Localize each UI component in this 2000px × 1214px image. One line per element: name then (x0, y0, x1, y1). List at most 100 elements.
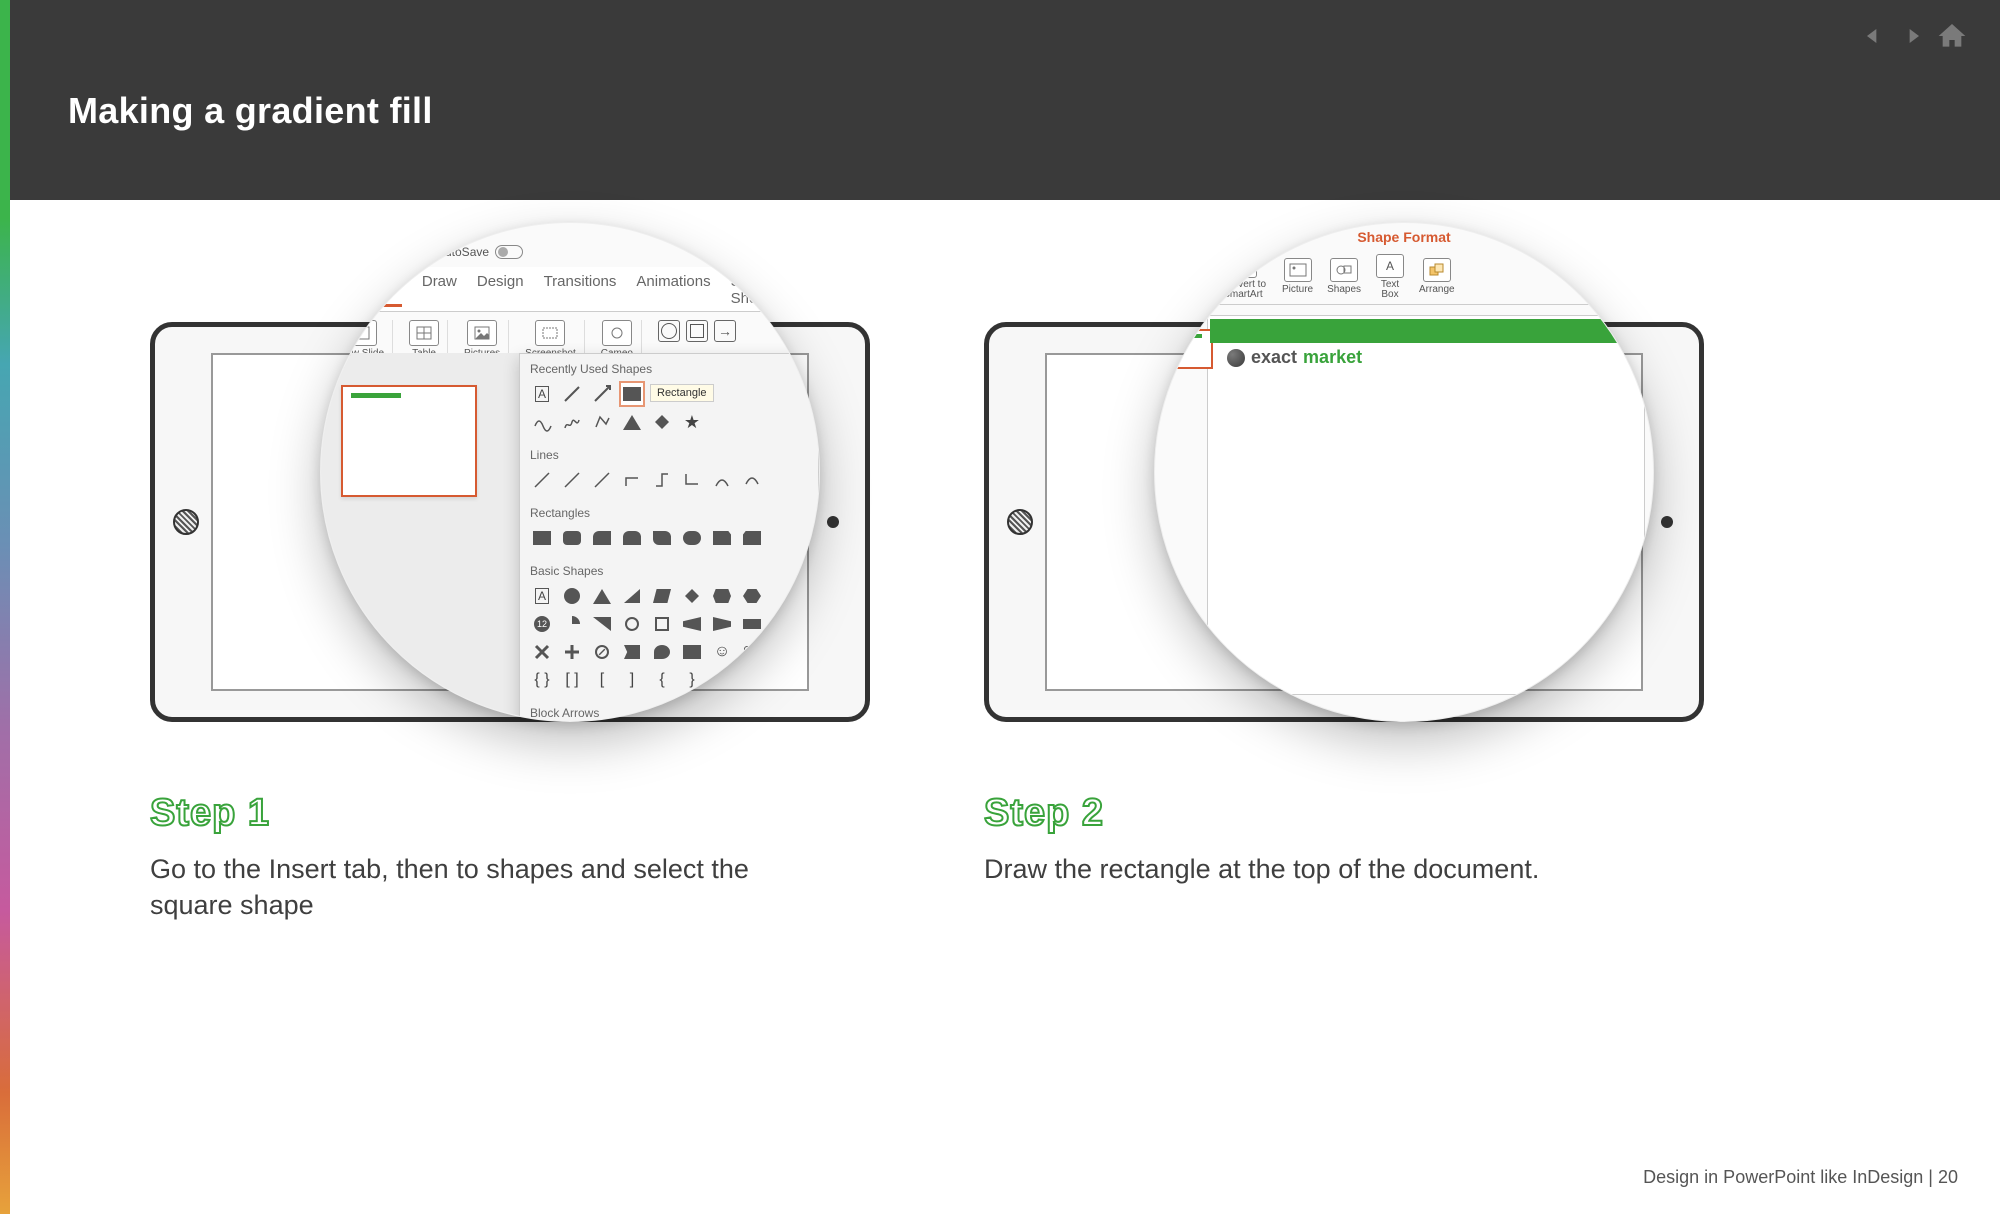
magnifier-step2: Shape Format ☰ Convert to SmartArt Pictu… (1154, 222, 1654, 722)
tab-design[interactable]: Design (477, 273, 524, 307)
basic-shape-icon[interactable] (740, 584, 764, 608)
heading-recent: Recently Used Shapes (528, 358, 810, 380)
line-icon[interactable] (530, 468, 554, 492)
basic-shape-icon[interactable] (530, 640, 554, 664)
footer: Design in PowerPoint like InDesign | 20 (1643, 1167, 1958, 1188)
rrect-icon[interactable] (710, 526, 734, 550)
basic-shape-icon[interactable] (650, 612, 674, 636)
line-icon[interactable] (560, 468, 584, 492)
shape-freeform-icon[interactable] (590, 410, 614, 434)
bracket-icon[interactable]: { (650, 668, 674, 692)
tab-animations[interactable]: Animations (636, 273, 710, 307)
basic-shape-icon[interactable] (710, 584, 734, 608)
shape-rectangle-selected[interactable]: Rectangle (620, 382, 644, 406)
shape-rhombus-icon[interactable] (650, 410, 674, 434)
basic-shape-icon[interactable] (590, 612, 614, 636)
table-icon (409, 320, 439, 346)
slide-thumb-large[interactable] (341, 385, 477, 497)
shapes-dropdown[interactable]: Recently Used Shapes A Rectangle (519, 353, 819, 722)
bracket-icon[interactable]: ] (620, 668, 644, 692)
shape-curve-icon[interactable] (530, 410, 554, 434)
bracket-icon[interactable]: { } (530, 668, 554, 692)
elbow-icon[interactable] (620, 468, 644, 492)
basic-shape-icon[interactable] (680, 612, 704, 636)
bullets-icon[interactable]: ☰ (1195, 271, 1204, 282)
context-tab-shape-format[interactable]: Shape Format (1357, 229, 1450, 245)
elbow-icon[interactable] (680, 468, 704, 492)
bracket-icon[interactable]: } (680, 668, 704, 692)
basic-shape-icon[interactable] (740, 640, 764, 664)
logo-mark-icon (1227, 349, 1245, 367)
rrect-icon[interactable] (620, 526, 644, 550)
tool-label: Arrange (1419, 284, 1455, 295)
rrect-icon[interactable] (740, 526, 764, 550)
rrect-icon[interactable] (560, 526, 584, 550)
step-2: Shape Format ☰ Convert to SmartArt Pictu… (984, 262, 1724, 887)
textbox-icon: A (1376, 254, 1404, 278)
basic-shape-icon[interactable] (590, 640, 614, 664)
tab-draw[interactable]: Draw (422, 273, 457, 307)
header: Making a gradient fill (10, 0, 2000, 200)
basic-shape-icon[interactable] (620, 612, 644, 636)
basic-shape-icon[interactable] (740, 612, 764, 636)
next-icon[interactable] (1898, 22, 1926, 50)
basic-shape-icon[interactable] (560, 612, 584, 636)
rrect-icon[interactable] (650, 526, 674, 550)
curve-connector-icon[interactable] (710, 468, 734, 492)
rect-icon[interactable] (530, 526, 554, 550)
ribbon-toolbar: ☰ Convert to SmartArt Picture Shape (1185, 249, 1623, 305)
basic-shape-icon[interactable] (650, 584, 674, 608)
ribbon-tabs: Insert Draw Design Transitions Animation… (321, 267, 819, 312)
page-title: Making a gradient fill (68, 90, 433, 132)
section-recent: Recently Used Shapes A Rectangle (520, 354, 818, 440)
tool-picture[interactable]: Picture (1282, 258, 1313, 295)
basic-shape-icon[interactable] (620, 584, 644, 608)
tab-transitions[interactable]: Transitions (544, 273, 617, 307)
basic-shape-icon[interactable] (680, 640, 704, 664)
tool-textbox[interactable]: A Text Box (1375, 254, 1405, 300)
content-area: AutoSave Insert Draw Design Transitions … (10, 200, 2000, 1214)
rrect-icon[interactable] (590, 526, 614, 550)
tablet-camera (827, 516, 839, 528)
shape-star-icon[interactable] (680, 410, 704, 434)
tool-arrange[interactable]: Arrange (1419, 258, 1455, 295)
elbow-icon[interactable] (650, 468, 674, 492)
tab-insert[interactable]: Insert (361, 273, 402, 307)
tablet-camera (1661, 516, 1673, 528)
shape-textbox-icon[interactable]: A (530, 382, 554, 406)
basic-shape-icon[interactable] (560, 584, 584, 608)
tool-convert-smartart[interactable]: Convert to SmartArt (1218, 254, 1268, 300)
basic-shape-icon[interactable]: A (530, 584, 554, 608)
section-arrows: Block Arrows → ← ↑ ↓ (520, 698, 818, 722)
shape-line-icon[interactable] (560, 382, 584, 406)
curve-icon[interactable] (740, 468, 764, 492)
slide-number: 1 (325, 369, 332, 383)
basic-shape-icon[interactable]: 12 (530, 612, 554, 636)
shape-triangle-icon[interactable] (620, 410, 644, 434)
tab-record[interactable]: Record (788, 273, 820, 307)
shape-tooltip: Rectangle (650, 384, 714, 402)
basic-shape-icon[interactable]: ☺ (710, 640, 734, 664)
tool-shapes[interactable]: Shapes (1327, 258, 1361, 295)
shape-scribble-icon[interactable] (560, 410, 584, 434)
heading-arrows: Block Arrows (528, 702, 810, 722)
tab-slideshow[interactable]: Slide Show (731, 273, 769, 307)
bracket-icon[interactable]: [ (590, 668, 614, 692)
line-icon[interactable] (590, 468, 614, 492)
basic-shape-icon[interactable] (590, 584, 614, 608)
home-icon[interactable] (1936, 20, 1968, 52)
basic-shape-icon[interactable] (710, 612, 734, 636)
basic-shape-icon[interactable] (560, 640, 584, 664)
heading-lines: Lines (528, 444, 810, 466)
basic-shape-icon[interactable] (650, 640, 674, 664)
basic-shape-icon[interactable] (680, 584, 704, 608)
bracket-icon[interactable]: [ ] (560, 668, 584, 692)
slide-page: Making a gradient fill (0, 0, 2000, 1214)
shape-line-arrow-icon[interactable] (590, 382, 614, 406)
prev-icon[interactable] (1860, 22, 1888, 50)
rrect-icon[interactable] (680, 526, 704, 550)
basic-shape-icon[interactable] (620, 640, 644, 664)
slide-thumb-mag2[interactable] (1163, 329, 1213, 369)
drawn-rectangle[interactable] (1210, 319, 1653, 343)
autosave-toggle[interactable]: AutoSave (437, 245, 523, 259)
